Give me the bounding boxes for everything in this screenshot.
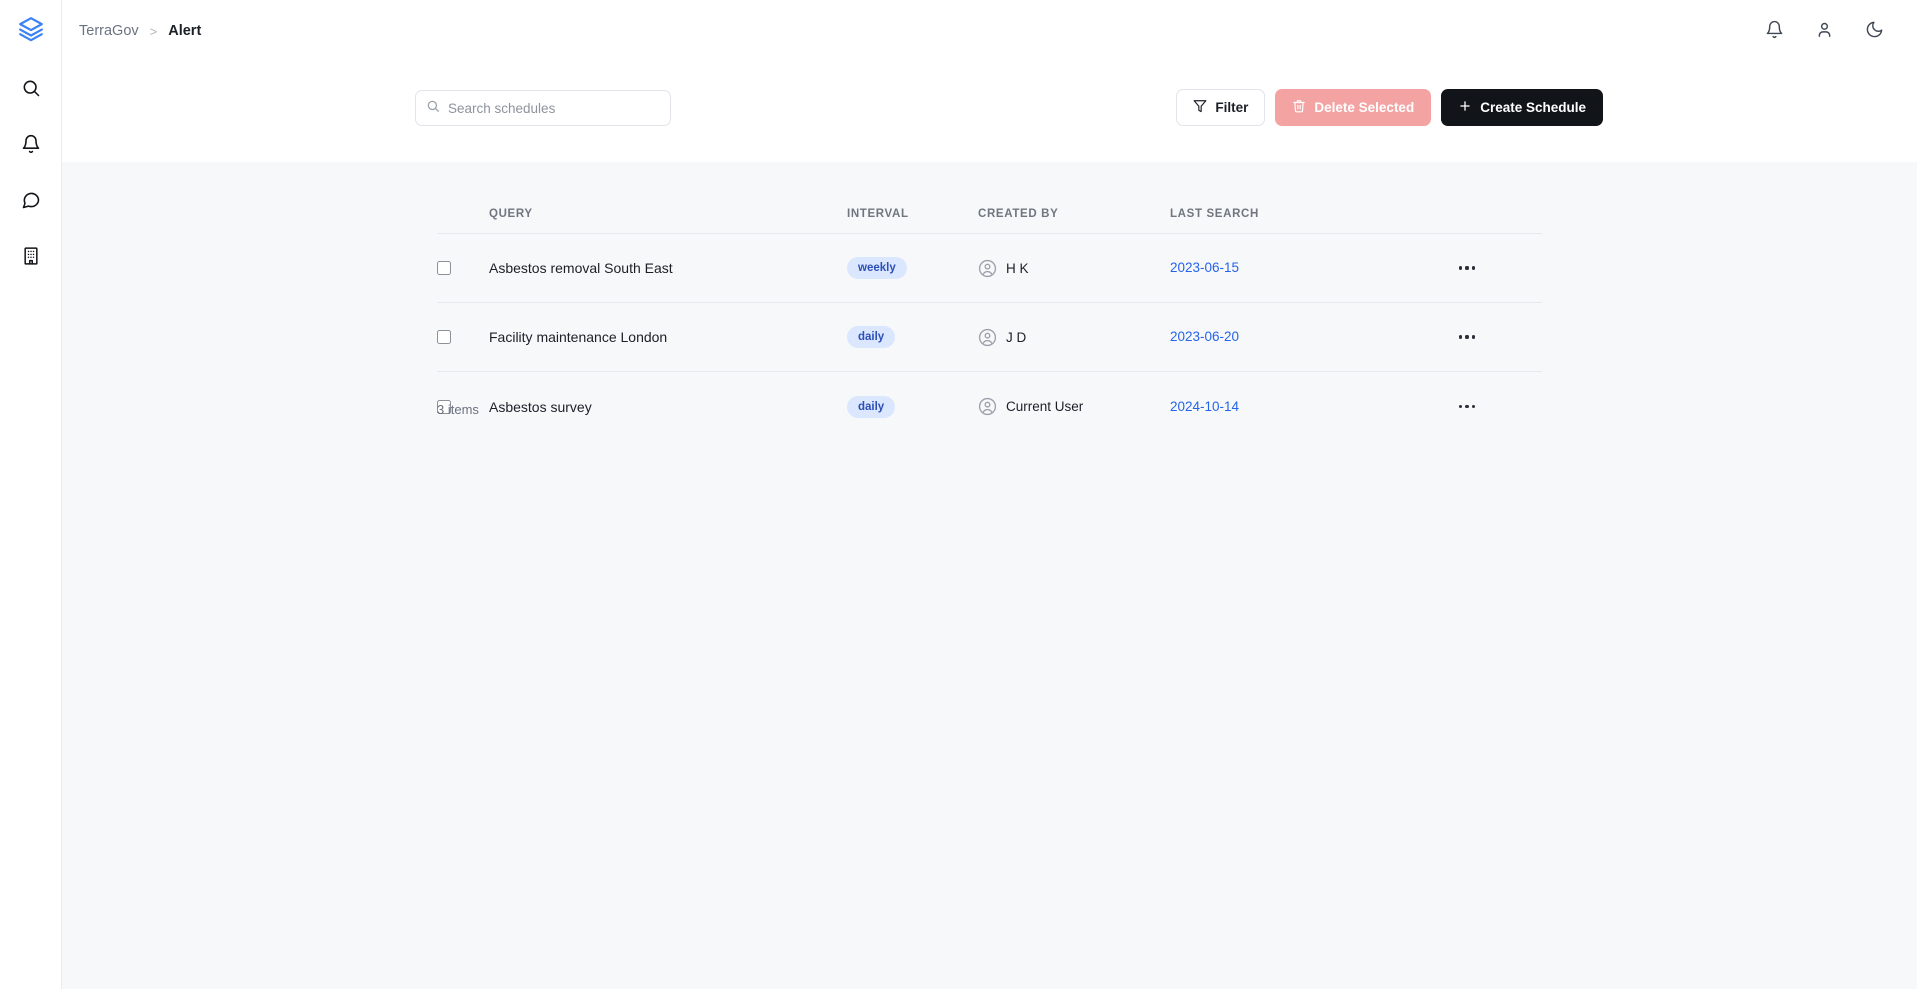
sidebar-item-organisations[interactable] [0, 230, 62, 286]
row-more-menu-icon[interactable] [1455, 399, 1480, 414]
table-header-query: QUERY [489, 207, 533, 220]
delete-selected-label: Delete Selected [1314, 100, 1415, 115]
bell-icon [1765, 20, 1784, 42]
row-last-search-cell: 2023-06-15 [1170, 259, 1392, 277]
interval-badge: daily [847, 395, 896, 418]
toolbar-buttons: Filter Delete Selected Create Schedule [1176, 89, 1603, 126]
trash-icon [1292, 99, 1306, 116]
row-interval-cell: daily [847, 395, 978, 418]
row-interval-cell: daily [847, 326, 978, 348]
table-row: Asbestos removal South East weekly H K 2… [437, 234, 1542, 303]
row-checkbox[interactable] [437, 261, 451, 275]
item-count: 3 items [437, 402, 479, 417]
account-button[interactable] [1807, 14, 1841, 48]
row-query: Facility maintenance London [489, 329, 668, 345]
sidebar-item-notifications[interactable] [0, 118, 62, 174]
avatar [978, 397, 997, 416]
avatar [978, 328, 997, 347]
user-icon [1815, 20, 1834, 42]
last-search-link[interactable]: 2023-06-15 [1170, 260, 1239, 275]
breadcrumb-current: Alert [168, 23, 202, 39]
search-field[interactable] [415, 90, 671, 126]
interval-badge: daily [847, 326, 896, 348]
created-by-name: Current User [1006, 399, 1084, 414]
moon-icon [1865, 20, 1884, 42]
table-header-interval: INTERVAL [847, 207, 909, 220]
row-last-search-cell: 2024-10-14 [1170, 398, 1392, 416]
app-root: TerraGov > Alert Search schedules Filter… [0, 0, 1917, 989]
create-schedule-label: Create Schedule [1480, 100, 1586, 115]
top-bar: TerraGov > Alert [62, 0, 1917, 62]
row-created-by-cell: Current User [978, 397, 1170, 416]
row-select-cell [437, 261, 489, 275]
layers-icon [18, 16, 44, 47]
breadcrumb: TerraGov > Alert [79, 23, 201, 39]
row-actions-cell [1392, 260, 1542, 275]
row-interval-cell: weekly [847, 257, 978, 279]
row-actions-cell [1392, 329, 1542, 344]
row-actions-cell [1392, 399, 1542, 414]
filter-button-label: Filter [1215, 100, 1249, 115]
last-search-link[interactable]: 2023-06-20 [1170, 329, 1239, 344]
created-by-name: H K [1006, 260, 1029, 276]
created-by-name: J D [1006, 329, 1027, 345]
bell-icon [21, 134, 41, 159]
content-area: QUERY INTERVAL CREATED BY LAST SEARCH As… [62, 162, 1917, 989]
chat-bubble-icon [21, 190, 41, 215]
row-created-by-cell: H K [978, 259, 1170, 278]
sidebar-item-search[interactable] [0, 62, 62, 118]
top-bar-actions [1757, 14, 1891, 48]
toolbar: Filter Delete Selected [62, 62, 1917, 162]
row-more-menu-icon[interactable] [1455, 260, 1480, 275]
table-header-created-by: CREATED BY [978, 207, 1059, 220]
search-input[interactable] [448, 100, 660, 116]
create-schedule-button[interactable]: Create Schedule [1441, 89, 1603, 126]
search-icon [426, 99, 440, 118]
sidebar [0, 0, 62, 989]
table-header-row: QUERY INTERVAL CREATED BY LAST SEARCH [437, 194, 1542, 234]
notifications-button[interactable] [1757, 14, 1791, 48]
app-logo[interactable] [0, 0, 62, 62]
row-created-by-cell: J D [978, 328, 1170, 347]
interval-badge: weekly [847, 257, 907, 279]
table-row: Asbestos survey daily Current User 2024-… [437, 372, 1542, 441]
row-more-menu-icon[interactable] [1455, 329, 1480, 344]
search-icon [21, 78, 41, 103]
building-icon [21, 246, 41, 271]
row-last-search-cell: 2023-06-20 [1170, 328, 1392, 346]
table-header-last-search: LAST SEARCH [1170, 207, 1259, 220]
breadcrumb-separator: > [149, 23, 158, 39]
plus-icon [1458, 99, 1472, 116]
sidebar-item-messages[interactable] [0, 174, 62, 230]
filter-button[interactable]: Filter [1176, 89, 1266, 126]
breadcrumb-root[interactable]: TerraGov [79, 23, 139, 39]
avatar [978, 259, 997, 278]
row-checkbox[interactable] [437, 330, 451, 344]
row-select-cell [437, 330, 489, 344]
dark-mode-toggle[interactable] [1857, 14, 1891, 48]
row-query: Asbestos survey [489, 398, 592, 415]
schedules-table: QUERY INTERVAL CREATED BY LAST SEARCH As… [437, 194, 1542, 441]
table-row: Facility maintenance London daily J D 20… [437, 303, 1542, 372]
last-search-link[interactable]: 2024-10-14 [1170, 399, 1239, 414]
row-query: Asbestos removal South East [489, 260, 673, 276]
delete-selected-button[interactable]: Delete Selected [1275, 89, 1432, 126]
funnel-icon [1193, 99, 1207, 116]
